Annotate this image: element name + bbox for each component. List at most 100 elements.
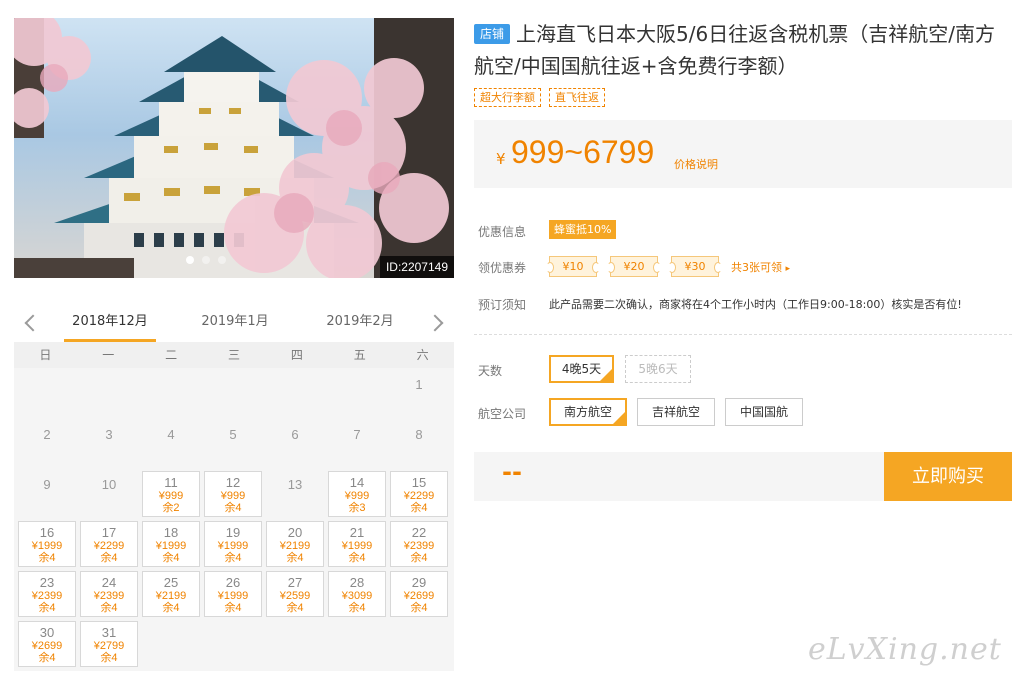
day-remaining: 余2 [162, 502, 180, 514]
day-remaining: 余4 [38, 602, 56, 614]
calendar-weekday-header: 日 一 二 三 四 五 六 [14, 342, 454, 368]
calendar-day: 1 [390, 371, 448, 417]
calendar-day[interactable]: 18 ¥1999 余4 [142, 521, 200, 567]
coupon-10[interactable]: ¥10 [546, 256, 600, 277]
calendar-day[interactable]: 26 ¥1999 余4 [204, 571, 262, 617]
day-number: 1 [415, 377, 423, 392]
day-number: 31 [101, 625, 117, 640]
days-option-5n6d[interactable]: 5晚6天 [625, 355, 691, 383]
calendar-day: 4 [142, 421, 200, 467]
watermark: eLvXing.net [808, 632, 1002, 667]
carousel-dot[interactable] [202, 256, 210, 264]
next-month-icon[interactable] [428, 312, 446, 334]
day-number: 6 [291, 427, 299, 442]
weekday-label: 六 [416, 348, 429, 362]
calendar-day: 13 [266, 471, 324, 517]
calendar-day[interactable]: 16 ¥1999 余4 [18, 521, 76, 567]
calendar-day[interactable]: 23 ¥2399 余4 [18, 571, 76, 617]
chevron-right-icon: ▸ [785, 264, 791, 274]
calendar-day[interactable]: 20 ¥2199 余4 [266, 521, 324, 567]
calendar-day[interactable]: 30 ¥2699 余4 [18, 621, 76, 667]
airline-option-china-southern[interactable]: 南方航空 [549, 398, 627, 426]
calendar-day[interactable]: 22 ¥2399 余4 [390, 521, 448, 567]
calendar-day[interactable]: 14 ¥999 余3 [328, 471, 386, 517]
calendar-day[interactable]: 31 ¥2799 余4 [80, 621, 138, 667]
carousel-dots[interactable] [186, 256, 226, 264]
day-remaining: 余4 [100, 652, 118, 664]
coupon-30[interactable]: ¥30 [668, 256, 722, 277]
calendar-day[interactable]: 19 ¥1999 余4 [204, 521, 262, 567]
buy-now-button[interactable]: 立即购买 [884, 452, 1012, 501]
calendar-day[interactable]: 29 ¥2699 余4 [390, 571, 448, 617]
calendar-day[interactable]: 11 ¥999 余2 [142, 471, 200, 517]
tag-direct-flight: 直飞往返 [549, 88, 605, 107]
day-number: 4 [167, 427, 175, 442]
promo-badge: 蜂蜜抵10% [549, 220, 617, 239]
day-price: ¥2399 [31, 590, 63, 602]
day-number: 12 [225, 475, 241, 490]
buy-bar: -- 立即购买 [474, 452, 1012, 501]
coupon-more-link[interactable]: 共3张可领 ▸ [731, 259, 790, 275]
carousel-dot[interactable] [186, 256, 194, 264]
airline-label: 航空公司 [478, 407, 527, 421]
price-note-link[interactable]: 价格说明 [674, 156, 718, 172]
weekday-label: 五 [353, 348, 366, 362]
day-number: 3 [105, 427, 113, 442]
calendar-day[interactable]: 28 ¥3099 余4 [328, 571, 386, 617]
weekday-label: 二 [165, 348, 178, 362]
day-price: ¥3099 [341, 590, 373, 602]
day-remaining: 余4 [38, 652, 56, 664]
day-price: ¥2199 [279, 540, 311, 552]
day-remaining: 余4 [410, 552, 428, 564]
days-option-4n5d[interactable]: 4晚5天 [549, 355, 614, 383]
day-price: ¥2399 [403, 540, 435, 552]
day-remaining: 余4 [100, 602, 118, 614]
calendar-day: 10 [80, 471, 138, 517]
day-number: 10 [101, 477, 117, 492]
day-remaining: 余4 [348, 552, 366, 564]
day-remaining: 余4 [162, 602, 180, 614]
prev-month-icon[interactable] [20, 312, 38, 334]
total-price: -- [502, 458, 522, 486]
calendar-day[interactable]: 24 ¥2399 余4 [80, 571, 138, 617]
notice-text: 此产品需要二次确认，商家将在4个工作小时内（工作日9:00-18:00）核实是否… [549, 298, 962, 311]
month-tab-feb-2019[interactable]: 2019年2月 [314, 306, 406, 342]
day-number: 11 [164, 475, 178, 490]
airline-option-air-china[interactable]: 中国国航 [725, 398, 803, 426]
calendar-day[interactable]: 15 ¥2299 余4 [390, 471, 448, 517]
calendar-day[interactable]: 27 ¥2599 余4 [266, 571, 324, 617]
day-number: 20 [287, 525, 303, 540]
osaka-castle-illustration [14, 18, 454, 278]
day-number: 2 [43, 427, 51, 442]
image-id-label: ID:2207149 [379, 256, 454, 278]
calendar-day[interactable]: 21 ¥1999 余4 [328, 521, 386, 567]
coupon-20[interactable]: ¥20 [607, 256, 661, 277]
weekday-label: 三 [227, 348, 240, 362]
month-tab-dec-2018[interactable]: 2018年12月 [64, 306, 156, 342]
day-number: 5 [229, 427, 237, 442]
day-number: 21 [349, 525, 365, 540]
day-remaining: 余4 [224, 552, 242, 564]
product-photo[interactable]: ID:2207149 [14, 18, 454, 278]
shop-badge[interactable]: 店铺 [474, 24, 511, 44]
product-tags: 超大行李额 直飞往返 [474, 88, 605, 107]
calendar-day[interactable]: 17 ¥2299 余4 [80, 521, 138, 567]
airline-option-juneyao[interactable]: 吉祥航空 [637, 398, 715, 426]
day-remaining: 余4 [410, 602, 428, 614]
day-number: 30 [39, 625, 55, 640]
calendar-day[interactable]: 12 ¥999 余4 [204, 471, 262, 517]
day-price: ¥2199 [155, 590, 187, 602]
calendar-day: 8 [390, 421, 448, 467]
day-remaining: 余4 [38, 552, 56, 564]
calendar-day[interactable]: 25 ¥2199 余4 [142, 571, 200, 617]
day-price: ¥1999 [217, 540, 249, 552]
day-number: 17 [101, 525, 117, 540]
day-price: ¥999 [158, 490, 184, 502]
day-number: 9 [43, 477, 51, 492]
product-title: 上海直飞日本大阪5/6日往返含税机票（吉祥航空/南方航空/中国国航往返+含免费行… [474, 22, 995, 78]
calendar-grid: 1 2 3 4 5 6 7 8 9 10 11 ¥999 余2 12 ¥999 余4 13 14 ¥999 余3 15 ¥… [14, 368, 454, 671]
carousel-dot[interactable] [218, 256, 226, 264]
day-remaining: 余4 [100, 552, 118, 564]
notice-label: 预订须知 [478, 298, 527, 312]
month-tab-jan-2019[interactable]: 2019年1月 [189, 306, 281, 342]
